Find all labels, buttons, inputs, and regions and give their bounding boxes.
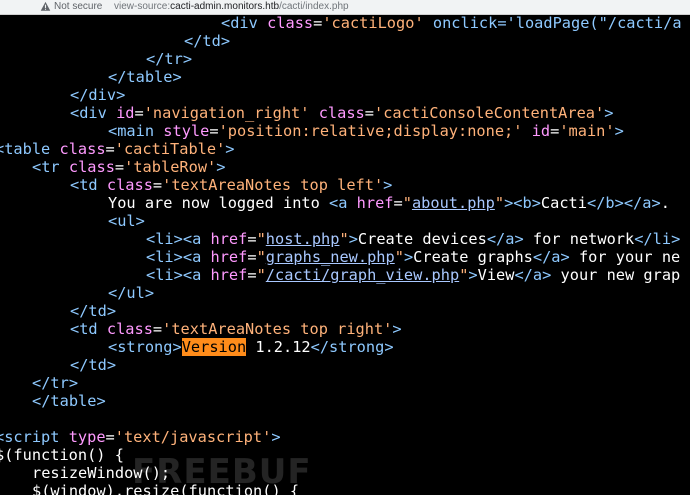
code-line-18: <td class='textAreaNotes top right'> bbox=[70, 320, 402, 338]
code-line-1: <div class='cactiLogo' onclick='loadPage… bbox=[221, 14, 682, 32]
code-line-2: </td> bbox=[184, 32, 231, 50]
code-line-10: <td class='textAreaNotes top left'> bbox=[70, 176, 393, 194]
code-line-14: <li><a href="graphs_new.php">Create grap… bbox=[146, 248, 681, 266]
code-line-3: </tr> bbox=[146, 50, 193, 68]
code-line-17: </td> bbox=[70, 302, 117, 320]
code-line-9: <tr class='tableRow'> bbox=[32, 158, 226, 176]
code-line-24: <script type='text/javascript'> bbox=[0, 428, 281, 446]
code-line-8: <table class='cactiTable'> bbox=[0, 140, 235, 158]
code-line-25: $(function() { bbox=[0, 446, 124, 464]
code-line-22: </table> bbox=[32, 392, 106, 410]
code-line-12: <ul> bbox=[108, 212, 145, 230]
code-line-13: <li><a href="host.php">Create devices</a… bbox=[146, 230, 681, 248]
code-line-19: <strong>Version 1.2.12</strong> bbox=[108, 338, 394, 356]
url-host: cacti-admin.monitors.htb bbox=[170, 1, 280, 12]
code-line-16: </ul> bbox=[108, 284, 155, 302]
security-status[interactable]: Not secure bbox=[54, 0, 102, 14]
url-path: /cacti/index.php bbox=[279, 1, 349, 12]
warning-icon[interactable] bbox=[40, 1, 51, 12]
source-code-view: <div class='cactiLogo' onclick='loadPage… bbox=[0, 14, 690, 495]
code-line-4: </table> bbox=[108, 68, 182, 86]
code-line-6: <div id='navigation_right' class='cactiC… bbox=[70, 104, 614, 122]
url-scheme: view-source: bbox=[114, 1, 171, 12]
code-line-20: </td> bbox=[70, 356, 117, 374]
code-line-5: </div> bbox=[70, 86, 126, 104]
search-highlight: Version bbox=[181, 338, 247, 356]
code-line-15: <li><a href="/cacti/graph_view.php">View… bbox=[146, 266, 681, 284]
code-line-7: <main style='position:relative;display:n… bbox=[108, 122, 624, 140]
browser-toolbar: Not secure view-source:cacti-admin.monit… bbox=[0, 0, 690, 15]
watermark: FREEBUF bbox=[132, 452, 312, 492]
code-line-11: You are now logged into <a href="about.p… bbox=[108, 194, 670, 212]
address-bar[interactable]: view-source:cacti-admin.monitors.htb/cac… bbox=[114, 0, 349, 14]
code-line-21: </tr> bbox=[32, 374, 79, 392]
